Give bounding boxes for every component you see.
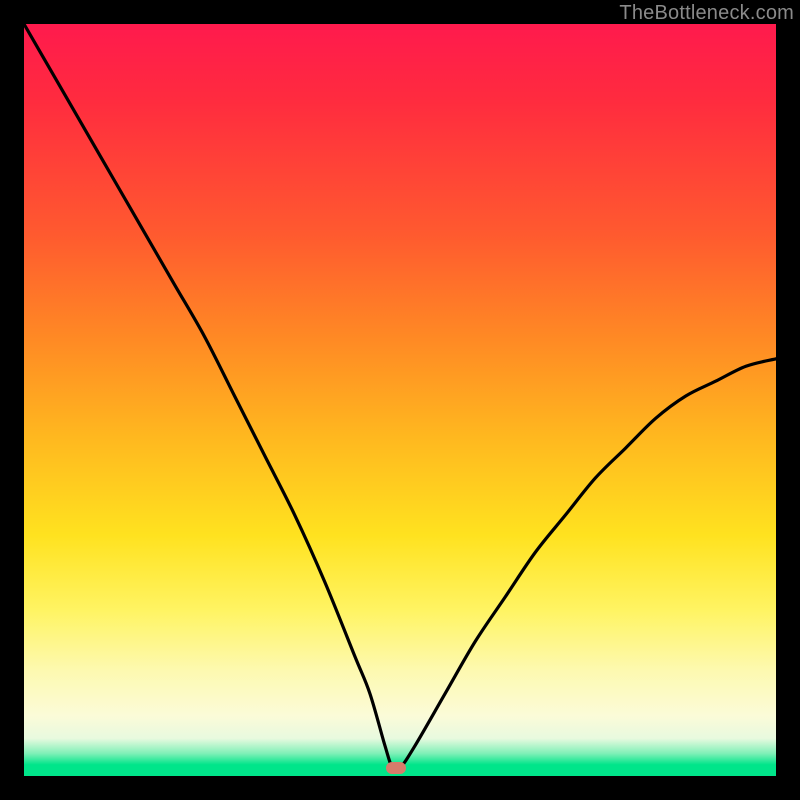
chart-frame: TheBottleneck.com xyxy=(0,0,800,800)
bottleneck-curve xyxy=(24,24,776,776)
curve-path xyxy=(24,24,776,771)
minimum-marker xyxy=(386,762,406,774)
plot-area xyxy=(24,24,776,776)
watermark-text: TheBottleneck.com xyxy=(619,2,794,25)
